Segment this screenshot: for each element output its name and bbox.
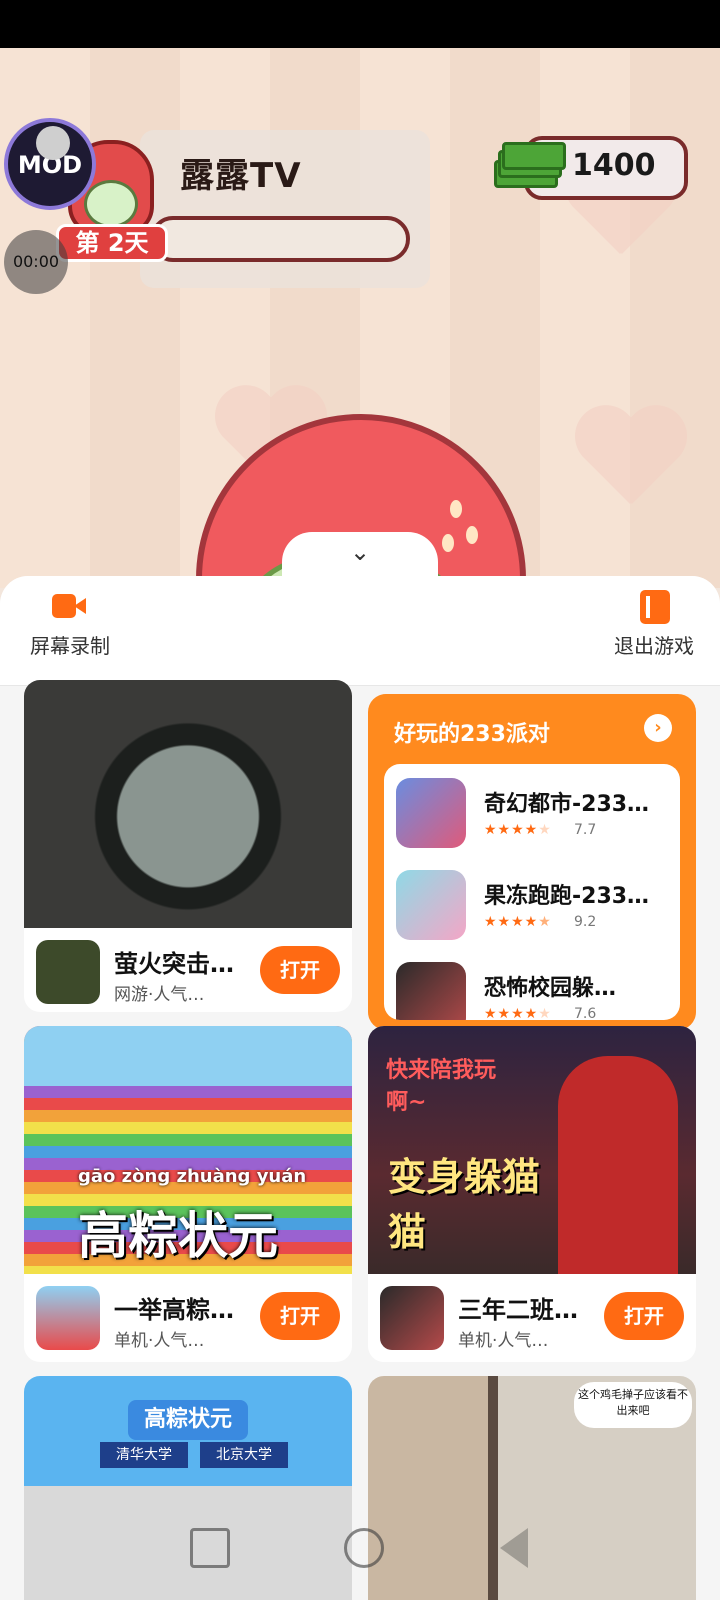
open-button[interactable]: 打开 — [260, 946, 340, 994]
app-icon[interactable] — [36, 1286, 100, 1350]
app-icon[interactable] — [36, 940, 100, 1004]
app-subtitle: 单机·人气… — [114, 1331, 205, 1351]
banner-title: 变身躲猫猫 — [388, 1155, 541, 1254]
rating-stars: ★★★★★ — [484, 914, 552, 930]
rating-score: 7.7 — [574, 822, 597, 838]
rating-score: 7.6 — [574, 1006, 597, 1020]
rating-stars: ★★★★★ — [484, 1006, 552, 1020]
app-title: 三年二班… — [458, 1296, 578, 1324]
party-item-name: 恐怖校园躲… — [484, 976, 617, 1001]
open-button[interactable]: 打开 — [260, 1292, 340, 1340]
coins-counter: 1400 — [492, 134, 688, 200]
exit-door-icon — [636, 590, 672, 624]
banner-title: 高粽状元 — [128, 1400, 248, 1440]
party-item-name: 果冻跑跑-233… — [484, 884, 650, 909]
banner-text: 高粽状元 — [78, 1207, 278, 1265]
party-title[interactable]: 好玩的233派对 — [394, 716, 550, 748]
app-icon[interactable] — [380, 1286, 444, 1350]
home-icon[interactable] — [344, 1528, 384, 1568]
banner-left: 清华大学 — [100, 1442, 188, 1468]
list-item[interactable]: 恐怖校园躲… ★★★★★ 7.6 — [396, 962, 672, 1020]
party-list: 奇幻都市-233… ★★★★★ 7.7 果冻跑跑-233… ★★★★★ 9.2 … — [384, 764, 680, 1020]
progress-bar — [150, 216, 410, 262]
rating-stars: ★★★★★ — [484, 822, 552, 838]
day-label: 第 2天 — [56, 224, 168, 262]
exit-game-label: 退出游戏 — [614, 634, 694, 658]
heart-decoration — [570, 408, 690, 518]
list-item[interactable]: 奇幻都市-233… ★★★★★ 7.7 — [396, 778, 672, 852]
back-icon[interactable] — [500, 1528, 528, 1568]
rating-score: 9.2 — [574, 914, 597, 930]
card-info: 萤火突击… 网游·人气… 打开 — [24, 928, 352, 1012]
navigation-bar — [0, 1510, 720, 1600]
card-banner-scope[interactable] — [24, 680, 352, 928]
app-icon — [396, 870, 466, 940]
status-bar — [0, 0, 720, 48]
timer-button[interactable]: 00:00 — [4, 230, 68, 294]
app-title: 萤火突击… — [114, 950, 234, 978]
chevron-right-icon[interactable]: › — [644, 714, 672, 742]
chevron-down-icon: ⌄ — [349, 538, 371, 566]
app-subtitle: 单机·人气… — [458, 1331, 549, 1351]
app-icon — [396, 778, 466, 848]
game-card[interactable]: 萤火突击… 网游·人气… 打开 — [24, 680, 352, 1012]
list-item[interactable]: 果冻跑跑-233… ★★★★★ 9.2 — [396, 870, 672, 944]
mod-knob-icon[interactable] — [36, 126, 70, 160]
screen-record-label: 屏幕录制 — [30, 634, 110, 658]
video-camera-icon — [52, 592, 88, 620]
banner-text: 快来陪我玩啊~ — [386, 1058, 497, 1115]
banner-pinyin: gāo zòng zhuàng yuán — [78, 1166, 307, 1187]
card-banner[interactable]: 快来陪我玩啊~ 变身躲猫猫 — [368, 1026, 696, 1274]
face-icon — [84, 180, 138, 228]
game-card[interactable]: gāo zòng zhuàng yuán 高粽状元 一举高粽… 单机·人气… 打… — [24, 1026, 352, 1362]
bottom-sheet: 屏幕录制 退出游戏 萤火突击… 网游·人气… 打开 好玩的233派对 › 奇幻都… — [0, 576, 720, 1600]
exit-game-button[interactable]: 退出游戏 — [608, 590, 700, 659]
recents-icon[interactable] — [190, 1528, 230, 1568]
coins-value: 1400 — [572, 148, 656, 183]
game-view[interactable]: 露露TV 第 2天 MOD 00:00 1400 — [0, 48, 720, 588]
game-title: 露露TV — [180, 156, 302, 196]
character-figure — [558, 1056, 678, 1274]
sheet-toolbar: 屏幕录制 退出游戏 — [0, 576, 720, 686]
money-icon — [492, 142, 566, 192]
party-item-name: 奇幻都市-233… — [484, 792, 650, 817]
card-info: 三年二班… 单机·人气… 打开 — [368, 1274, 696, 1362]
screen-record-button[interactable]: 屏幕录制 — [24, 592, 116, 659]
app-icon — [396, 962, 466, 1020]
card-info: 一举高粽… 单机·人气… 打开 — [24, 1274, 352, 1362]
app-title: 一举高粽… — [114, 1296, 234, 1324]
open-button[interactable]: 打开 — [604, 1292, 684, 1340]
app-subtitle: 网游·人气… — [114, 985, 205, 1005]
card-banner[interactable]: gāo zòng zhuàng yuán 高粽状元 — [24, 1026, 352, 1274]
speech-bubble: 这个鸡毛掸子应该看不出来吧 — [574, 1382, 692, 1428]
banner-right: 北京大学 — [200, 1442, 288, 1468]
party-panel: 好玩的233派对 › 奇幻都市-233… ★★★★★ 7.7 果冻跑跑-233…… — [368, 694, 696, 1030]
game-card[interactable]: 快来陪我玩啊~ 变身躲猫猫 三年二班… 单机·人气… 打开 — [368, 1026, 696, 1362]
